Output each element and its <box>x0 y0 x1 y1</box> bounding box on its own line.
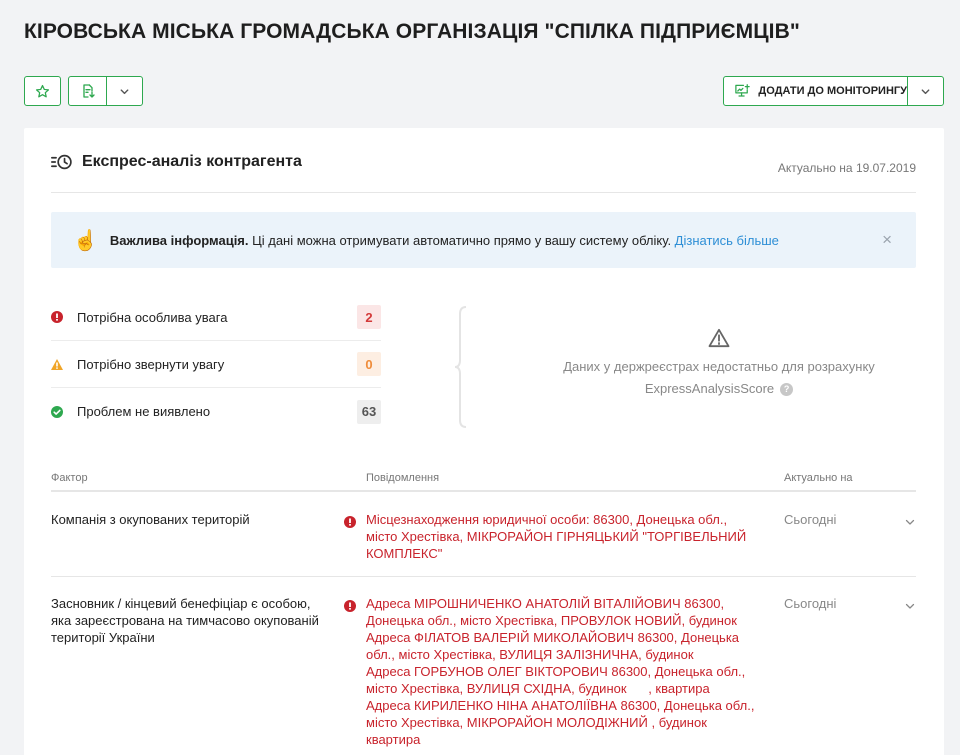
export-button[interactable] <box>69 77 107 105</box>
error-icon <box>344 599 356 617</box>
divider <box>51 192 916 193</box>
stat-warning[interactable]: Потрібно звернути увагу 0 <box>51 341 381 388</box>
banner-bold-text: Важлива інформація. <box>109 232 249 248</box>
message-line: Адреса ФІЛАТОВ ВАЛЕРІЙ МИКОЛАЙОВИЧ 86300… <box>366 630 740 645</box>
info-banner: ☝ Важлива інформація. Ці дані можна отри… <box>51 212 916 268</box>
date-cell: Сьогодні <box>784 512 837 527</box>
factor-cell: Компанія з окупованих територій <box>51 512 250 527</box>
pointing-hand-icon: ☝ <box>73 229 98 252</box>
stat-ok[interactable]: Проблем не виявлено 63 <box>51 388 381 435</box>
stat-label: Потрібно звернути увагу <box>77 356 225 372</box>
stat-critical[interactable]: Потрібна особлива увага 2 <box>51 294 381 341</box>
banner-body-text: Ці дані можна отримувати автоматично пря… <box>248 232 675 248</box>
stat-label: Проблем не виявлено <box>77 404 211 419</box>
monitor-button-group: ДОДАТИ ДО МОНІТОРИНГУ <box>723 76 944 106</box>
express-analysis-card: Експрес-аналіз контрагента Актуально на … <box>24 128 944 755</box>
factor-cell: Засновник / кінцевий бенефіціар є особою… <box>51 596 319 645</box>
score-unavailable: Даних у держреєстрах недостатньо для роз… <box>549 328 889 400</box>
score-name: ExpressAnalysisScore <box>644 381 775 396</box>
count-badge: 0 <box>357 352 381 376</box>
monitor-add-icon <box>735 84 750 97</box>
row-divider <box>51 576 916 577</box>
help-icon[interactable]: ? <box>780 382 794 396</box>
score-message: Даних у держреєстрах недостатньо для роз… <box>563 359 875 374</box>
message-line: місто Хрестівка, ВУЛИЦЯ СХІДНА, будинок … <box>366 681 710 696</box>
warning-triangle-icon <box>549 328 889 348</box>
message-line: Адреса ГОРБУНОВ ОЛЕГ ВІКТОРОВИЧ 86300, Д… <box>366 664 746 679</box>
monitor-dropdown-toggle[interactable] <box>908 77 943 105</box>
count-badge: 2 <box>357 305 381 329</box>
section-title: Експрес-аналіз контрагента <box>82 153 302 170</box>
message-line: квартира <box>366 732 421 747</box>
message-cell: Адреса МІРОШНИЧЕНКО АНАТОЛІЙ ВІТАЛІЙОВИЧ… <box>366 595 756 748</box>
page-title: КІРОВСЬКА МІСЬКА ГРОМАДСЬКА ОРГАНІЗАЦІЯ … <box>24 20 800 43</box>
date-cell: Сьогодні <box>784 596 837 611</box>
column-header-date: Актуально на <box>784 472 853 484</box>
error-icon <box>51 311 63 323</box>
table-header-divider <box>51 490 916 492</box>
banner-text: Важлива інформація. Ці дані можна отриму… <box>110 233 779 248</box>
error-icon <box>344 515 356 533</box>
column-header-factor: Фактор <box>51 472 88 484</box>
message-line: Адреса КИРИЛЕНКО НІНА АНАТОЛІЇВНА 86300,… <box>366 698 755 713</box>
chevron-down-icon <box>921 88 930 94</box>
stat-label: Потрібна особлива увага <box>77 309 228 325</box>
export-dropdown-toggle[interactable] <box>107 77 142 105</box>
message-line: Адреса МІРОШНИЧЕНКО АНАТОЛІЙ ВІТАЛІЙОВИЧ… <box>366 596 725 611</box>
score-name-line: ExpressAnalysisScore? <box>644 378 794 400</box>
chevron-down-icon <box>120 88 129 94</box>
learn-more-link[interactable]: Дізнатись більше <box>675 233 779 248</box>
actual-date: Актуально на 19.07.2019 <box>777 161 916 175</box>
message-cell: Місцезнаходження юридичної особи: 86300,… <box>366 512 747 561</box>
add-to-monitoring-label: ДОДАТИ ДО МОНІТОРИНГУ <box>758 85 907 97</box>
export-button-group <box>68 76 143 106</box>
section-header: Експрес-аналіз контрагента <box>51 153 302 171</box>
document-download-icon <box>82 84 95 98</box>
count-badge: 63 <box>357 399 381 424</box>
close-icon[interactable]: × <box>882 231 892 248</box>
star-icon <box>35 84 50 97</box>
expand-chevron-icon[interactable] <box>904 599 916 617</box>
add-to-monitoring-button[interactable]: ДОДАТИ ДО МОНІТОРИНГУ <box>724 77 908 105</box>
check-circle-icon <box>51 405 63 418</box>
column-header-message: Повідомлення <box>366 472 440 484</box>
message-line: місто Хрестівка, МІКРОРАЙОН МОЛОДІЖНИЙ ,… <box>366 715 707 730</box>
expand-chevron-icon[interactable] <box>904 515 916 533</box>
message-line: Донецька обл., місто Хрестівка, ПРОВУЛОК… <box>366 613 737 628</box>
brace-divider <box>454 306 467 428</box>
history-clock-icon <box>51 154 72 170</box>
message-line: обл., місто Хрестівка, ВУЛИЦЯ ЗАЛІЗНИЧНА… <box>366 647 694 662</box>
warning-icon <box>51 358 63 370</box>
favorite-button[interactable] <box>24 76 61 106</box>
